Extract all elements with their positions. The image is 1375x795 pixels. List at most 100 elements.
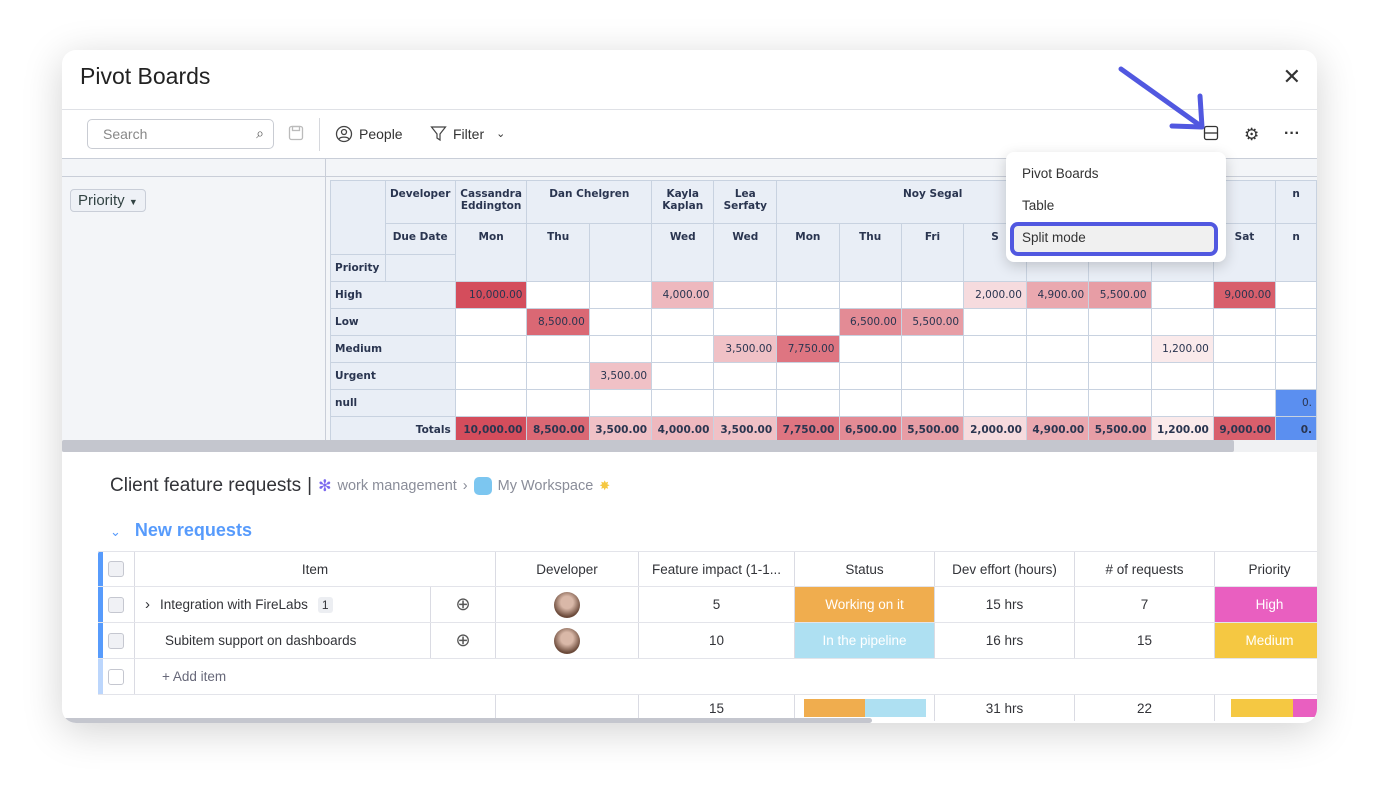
priority-label[interactable]: High	[1256, 597, 1284, 612]
horizontal-scrollbar[interactable]	[62, 718, 872, 723]
item-row: Subitem support on dashboards ⊕ 10 In the p…	[98, 623, 1317, 659]
caret-down-icon: ▼	[128, 197, 138, 207]
pivot-cell: 5,500.00	[900, 308, 965, 336]
item-row: › Integration with FireLabs 1 ⊕ 5 Working on …	[98, 587, 1317, 623]
group-title[interactable]: ⌄ New requests	[110, 520, 252, 541]
column-header[interactable]: Priority	[1248, 562, 1290, 577]
breadcrumb-workspace-product[interactable]: work management	[338, 478, 457, 494]
item-name[interactable]: Subitem support on dashboards	[165, 633, 356, 648]
board-name: Client feature requests	[110, 475, 302, 496]
chevron-down-icon: ⌄	[496, 128, 506, 140]
status-label[interactable]: In the pipeline	[822, 633, 906, 648]
pivot-cell	[588, 281, 653, 309]
row-label: Urgent	[330, 362, 456, 390]
subitem-count-badge: 1	[317, 596, 333, 613]
priority-label[interactable]: Medium	[1245, 633, 1293, 648]
due-date-header: Mon	[454, 223, 528, 282]
pivot-cell: 7,750.00	[776, 335, 840, 363]
pivot-cell: 5,500.00	[1088, 281, 1152, 309]
close-icon[interactable]: ✕	[1283, 64, 1301, 90]
gear-icon[interactable]: ⚙	[1244, 125, 1259, 145]
pivot-cell	[1150, 362, 1214, 390]
search-icon: ⌕	[256, 125, 264, 141]
save-icon[interactable]	[288, 125, 304, 141]
pivot-cell: 4,900.00	[1025, 281, 1090, 309]
pivot-cell: 10,000.00	[454, 281, 528, 309]
menu-item-pivot-boards[interactable]: Pivot Boards	[1022, 166, 1099, 181]
pivot-cell	[454, 362, 528, 390]
row-checkbox[interactable]	[108, 596, 124, 613]
pivot-cell	[1150, 389, 1214, 417]
people-button[interactable]: People	[335, 125, 403, 143]
horizontal-scrollbar[interactable]	[62, 440, 1317, 452]
column-header[interactable]: Dev effort (hours)	[952, 562, 1057, 577]
row-label: High	[330, 281, 456, 309]
status-summary-bar	[803, 699, 926, 717]
pivot-cell	[1088, 335, 1152, 363]
priority-field-chip[interactable]: Priority ▼	[70, 189, 146, 212]
column-header[interactable]: Status	[845, 562, 883, 577]
column-header-item: Item	[301, 561, 329, 577]
pivot-row: Urgent 3,500.00	[330, 362, 1317, 390]
pivot-cell	[1212, 362, 1277, 390]
pivot-cell	[588, 389, 653, 417]
select-all-checkbox[interactable]	[108, 561, 124, 577]
pivot-cell	[1212, 308, 1277, 336]
pivot-cell: 4,000.00	[651, 281, 715, 309]
menu-item-split-mode[interactable]: Split mode	[1010, 222, 1218, 256]
pivot-cell	[1212, 335, 1277, 363]
due-date-header: Fri	[900, 223, 965, 282]
add-update-icon[interactable]: ⊕	[455, 594, 470, 615]
menu-item-table[interactable]: Table	[1022, 198, 1054, 213]
add-update-icon[interactable]: ⊕	[455, 630, 470, 651]
column-header[interactable]: Developer	[536, 562, 598, 577]
add-item-button[interactable]: + Add item	[162, 659, 226, 694]
pivot-cell: 1,200.00	[1150, 335, 1214, 363]
pivot-cell	[963, 362, 1027, 390]
more-horizontal-icon[interactable]: ···	[1284, 125, 1300, 143]
pivot-cell	[1025, 308, 1090, 336]
status-label[interactable]: Working on it	[825, 597, 904, 612]
pivot-cell	[588, 335, 653, 363]
search-input[interactable]: Search ⌕	[87, 119, 274, 149]
person-circle-icon	[335, 125, 353, 143]
pivot-cell	[963, 389, 1027, 417]
due-date-header: Mon	[776, 223, 840, 282]
pivot-row: null 0.	[330, 389, 1317, 417]
pivot-cell	[588, 308, 653, 336]
filter-button[interactable]: Filter ⌄	[430, 125, 505, 142]
pivot-cell	[1088, 308, 1152, 336]
column-header[interactable]: Feature impact (1-1...	[652, 562, 781, 577]
pivot-cell	[1275, 335, 1317, 363]
pivot-cell	[776, 389, 840, 417]
avatar[interactable]	[554, 591, 580, 618]
pivot-cell	[963, 335, 1027, 363]
due-date-header: n	[1275, 223, 1317, 282]
pivot-cell	[713, 308, 778, 336]
column-header[interactable]: # of requests	[1105, 562, 1183, 577]
expand-chevron-icon[interactable]: ›	[145, 596, 150, 613]
pivot-cell	[900, 335, 965, 363]
col-field-label: Developer	[384, 180, 456, 224]
item-name[interactable]: Integration with FireLabs	[160, 597, 308, 612]
view-menu: Pivot Boards Table Split mode	[1006, 152, 1226, 262]
pivot-cell	[651, 362, 715, 390]
pivot-cell: 9,000.00	[1212, 281, 1277, 309]
due-date-header	[588, 223, 653, 282]
chevron-down-icon: ⌄	[110, 524, 121, 539]
breadcrumb-workspace[interactable]: My Workspace	[498, 478, 594, 494]
avatar[interactable]	[554, 627, 580, 654]
due-date-header: Thu	[838, 223, 902, 282]
due-date-header: Wed	[713, 223, 778, 282]
pivot-cell	[776, 362, 840, 390]
pivot-boards-modal: Pivot Boards ✕ Search ⌕ People Filter ⌄ ⚙ …	[62, 50, 1317, 723]
pivot-cell	[838, 362, 902, 390]
pivot-cell	[651, 335, 715, 363]
developer-header: Kayla Kaplan	[651, 180, 715, 224]
board-breadcrumb: Client feature requests | ✻ work manageme…	[110, 475, 611, 496]
pivot-cell	[1275, 308, 1317, 336]
pivot-cell: 2,000.00	[963, 281, 1027, 309]
row-checkbox[interactable]	[108, 632, 124, 649]
pivot-cell: 8,500.00	[526, 308, 590, 336]
pivot-cell	[1150, 281, 1214, 309]
